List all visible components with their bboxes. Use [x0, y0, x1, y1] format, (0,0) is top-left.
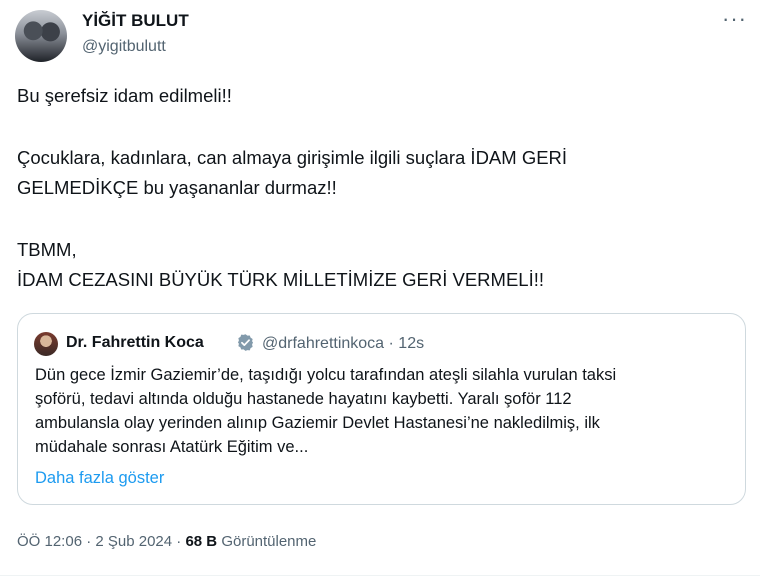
show-more-link[interactable]: Daha fazla göster	[35, 469, 164, 488]
quoted-text-line: Dün gece İzmir Gaziemir’de, taşıdığı yol…	[35, 366, 617, 384]
tweet-meta: ÖÖ 12:06 · 2 Şub 2024 · 68 B Görüntülenm…	[17, 533, 316, 550]
quoted-handle-time[interactable]: @drfahrettinkoca · 12s	[262, 335, 424, 353]
verified-badge-icon	[237, 334, 254, 351]
tweet-timestamp[interactable]: ÖÖ 12:06 · 2 Şub 2024	[17, 533, 172, 550]
tweet-line: TBMM,	[17, 239, 77, 260]
tweet-line: İDAM CEZASINI BÜYÜK TÜRK MİLLETİMİZE GER…	[17, 269, 544, 290]
tweet-line: Çocuklara, kadınlara, can almaya girişim…	[17, 147, 568, 168]
view-count: 68 B	[185, 533, 218, 550]
divider	[0, 575, 760, 576]
tweet-line: Bu şerefsiz idam edilmeli!!	[17, 85, 232, 106]
avatar[interactable]	[15, 10, 67, 62]
meta-separator: ·	[172, 533, 186, 550]
quoted-tweet-card[interactable]: Dr. Fahrettin Koca @drfahrettinkoca · 12…	[17, 313, 746, 505]
quoted-text-line: şoförü, tedavi altında olduğu hastanede …	[35, 390, 572, 408]
more-icon[interactable]: ···	[722, 6, 747, 32]
tweet-line: GELMEDİKÇE bu yaşananlar durmaz!!	[17, 177, 337, 198]
quoted-avatar[interactable]	[34, 332, 58, 356]
quoted-text-line: ambulansla olay yerinden alınıp Gaziemir…	[35, 414, 600, 432]
display-name[interactable]: YİĞİT BULUT	[82, 11, 189, 31]
quoted-text-line: müdahale sonrası Atatürk Eğitim ve...	[35, 438, 309, 456]
quoted-display-name[interactable]: Dr. Fahrettin Koca	[66, 334, 204, 352]
views-label: Görüntülenme	[221, 533, 317, 550]
user-handle[interactable]: @yigitbulutt	[82, 38, 166, 56]
